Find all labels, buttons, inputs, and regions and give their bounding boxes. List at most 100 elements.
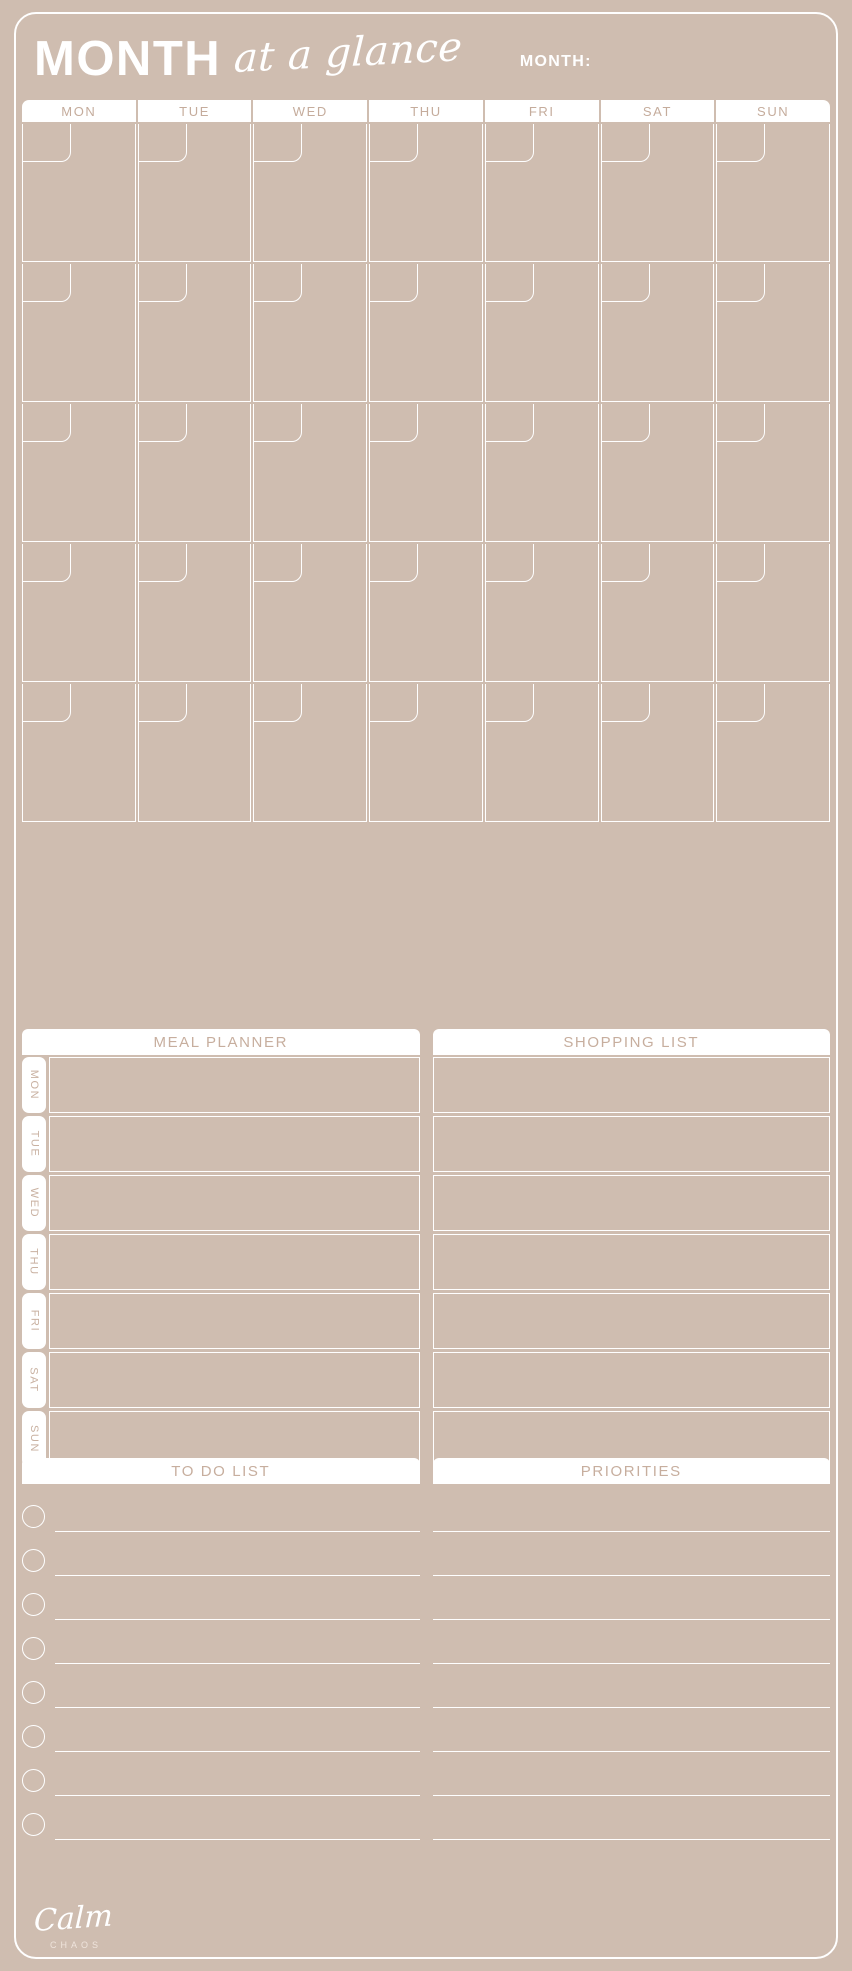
calendar-day-cell[interactable] [716, 684, 831, 822]
calendar-day-cell[interactable] [253, 264, 368, 402]
checkbox-circle-icon[interactable] [22, 1549, 45, 1572]
calendar-date-number-box[interactable] [485, 544, 534, 582]
meal-planner-entry-field[interactable] [49, 1352, 420, 1408]
priorities-item-field[interactable] [432, 1531, 830, 1532]
shopping-list-item-field[interactable] [432, 1293, 830, 1349]
calendar-date-number-box[interactable] [601, 404, 650, 442]
calendar-day-cell[interactable] [253, 544, 368, 682]
calendar-date-number-box[interactable] [717, 264, 766, 302]
calendar-date-number-box[interactable] [717, 684, 766, 722]
checkbox-circle-icon[interactable] [22, 1593, 45, 1616]
checkbox-circle-icon[interactable] [22, 1637, 45, 1660]
calendar-day-cell[interactable] [600, 264, 715, 402]
calendar-date-number-box[interactable] [601, 544, 650, 582]
checkbox-circle-icon[interactable] [22, 1505, 45, 1528]
todo-list-item-field[interactable] [55, 1619, 420, 1620]
calendar-date-number-box[interactable] [601, 124, 650, 162]
calendar-day-cell[interactable] [600, 404, 715, 542]
calendar-day-cell[interactable] [137, 124, 252, 262]
shopping-list-item-field[interactable] [432, 1234, 830, 1290]
shopping-list-item-field[interactable] [432, 1175, 830, 1231]
calendar-day-cell[interactable] [369, 124, 483, 262]
shopping-list-item-field[interactable] [432, 1116, 830, 1172]
meal-planner-entry-field[interactable] [49, 1057, 420, 1113]
todo-list-item-field[interactable] [55, 1531, 420, 1532]
calendar-day-cell[interactable] [369, 404, 483, 542]
calendar-date-number-box[interactable] [254, 404, 303, 442]
calendar-date-number-box[interactable] [254, 544, 303, 582]
calendar-day-cell[interactable] [600, 684, 715, 822]
calendar-date-number-box[interactable] [138, 404, 187, 442]
calendar-date-number-box[interactable] [485, 124, 534, 162]
calendar-day-cell[interactable] [253, 684, 368, 822]
calendar-date-number-box[interactable] [23, 264, 71, 302]
calendar-date-number-box[interactable] [23, 404, 71, 442]
calendar-day-cell[interactable] [22, 684, 136, 822]
calendar-date-number-box[interactable] [485, 264, 534, 302]
meal-planner-entry-field[interactable] [49, 1234, 420, 1290]
calendar-date-number-box[interactable] [717, 404, 766, 442]
meal-planner-entry-field[interactable] [49, 1175, 420, 1231]
calendar-date-number-box[interactable] [601, 264, 650, 302]
calendar-day-cell[interactable] [716, 124, 831, 262]
calendar-day-cell[interactable] [137, 684, 252, 822]
calendar-day-cell[interactable] [137, 264, 252, 402]
calendar-date-number-box[interactable] [601, 684, 650, 722]
month-field-label[interactable]: MONTH: [520, 53, 592, 71]
calendar-day-cell[interactable] [484, 684, 599, 822]
checkbox-circle-icon[interactable] [22, 1813, 45, 1836]
priorities-item-field[interactable] [432, 1707, 830, 1708]
calendar-date-number-box[interactable] [254, 264, 303, 302]
calendar-day-cell[interactable] [716, 264, 831, 402]
calendar-date-number-box[interactable] [370, 544, 419, 582]
calendar-date-number-box[interactable] [485, 404, 534, 442]
checkbox-circle-icon[interactable] [22, 1681, 45, 1704]
meal-planner-entry-field[interactable] [49, 1293, 420, 1349]
calendar-date-number-box[interactable] [23, 684, 71, 722]
checkbox-circle-icon[interactable] [22, 1769, 45, 1792]
calendar-day-cell[interactable] [253, 404, 368, 542]
calendar-day-cell[interactable] [137, 544, 252, 682]
calendar-date-number-box[interactable] [370, 404, 419, 442]
calendar-date-number-box[interactable] [717, 544, 766, 582]
priorities-item-field[interactable] [432, 1751, 830, 1752]
calendar-date-number-box[interactable] [370, 124, 419, 162]
priorities-item-field[interactable] [432, 1795, 830, 1796]
meal-planner-entry-field[interactable] [49, 1116, 420, 1172]
calendar-day-cell[interactable] [484, 264, 599, 402]
calendar-day-cell[interactable] [22, 124, 136, 262]
todo-list-item-field[interactable] [55, 1707, 420, 1708]
todo-list-item-field[interactable] [55, 1795, 420, 1796]
todo-list-item-field[interactable] [55, 1575, 420, 1576]
priorities-item-field[interactable] [432, 1839, 830, 1840]
calendar-day-cell[interactable] [484, 124, 599, 262]
calendar-date-number-box[interactable] [23, 544, 71, 582]
priorities-item-field[interactable] [432, 1663, 830, 1664]
todo-list-item-field[interactable] [55, 1839, 420, 1840]
checkbox-circle-icon[interactable] [22, 1725, 45, 1748]
calendar-day-cell[interactable] [369, 264, 483, 402]
calendar-day-cell[interactable] [484, 544, 599, 682]
calendar-day-cell[interactable] [137, 404, 252, 542]
calendar-date-number-box[interactable] [717, 124, 766, 162]
calendar-day-cell[interactable] [22, 544, 136, 682]
todo-list-item-field[interactable] [55, 1663, 420, 1664]
calendar-day-cell[interactable] [253, 124, 368, 262]
calendar-date-number-box[interactable] [254, 124, 303, 162]
calendar-day-cell[interactable] [600, 544, 715, 682]
calendar-date-number-box[interactable] [23, 124, 71, 162]
todo-list-item-field[interactable] [55, 1751, 420, 1752]
calendar-day-cell[interactable] [716, 404, 831, 542]
calendar-day-cell[interactable] [22, 404, 136, 542]
priorities-item-field[interactable] [432, 1575, 830, 1576]
calendar-day-cell[interactable] [369, 684, 483, 822]
priorities-item-field[interactable] [432, 1619, 830, 1620]
calendar-day-cell[interactable] [369, 544, 483, 682]
shopping-list-item-field[interactable] [432, 1352, 830, 1408]
calendar-date-number-box[interactable] [370, 684, 419, 722]
shopping-list-item-field[interactable] [432, 1057, 830, 1113]
calendar-date-number-box[interactable] [254, 684, 303, 722]
calendar-day-cell[interactable] [484, 404, 599, 542]
calendar-date-number-box[interactable] [138, 264, 187, 302]
calendar-date-number-box[interactable] [485, 684, 534, 722]
